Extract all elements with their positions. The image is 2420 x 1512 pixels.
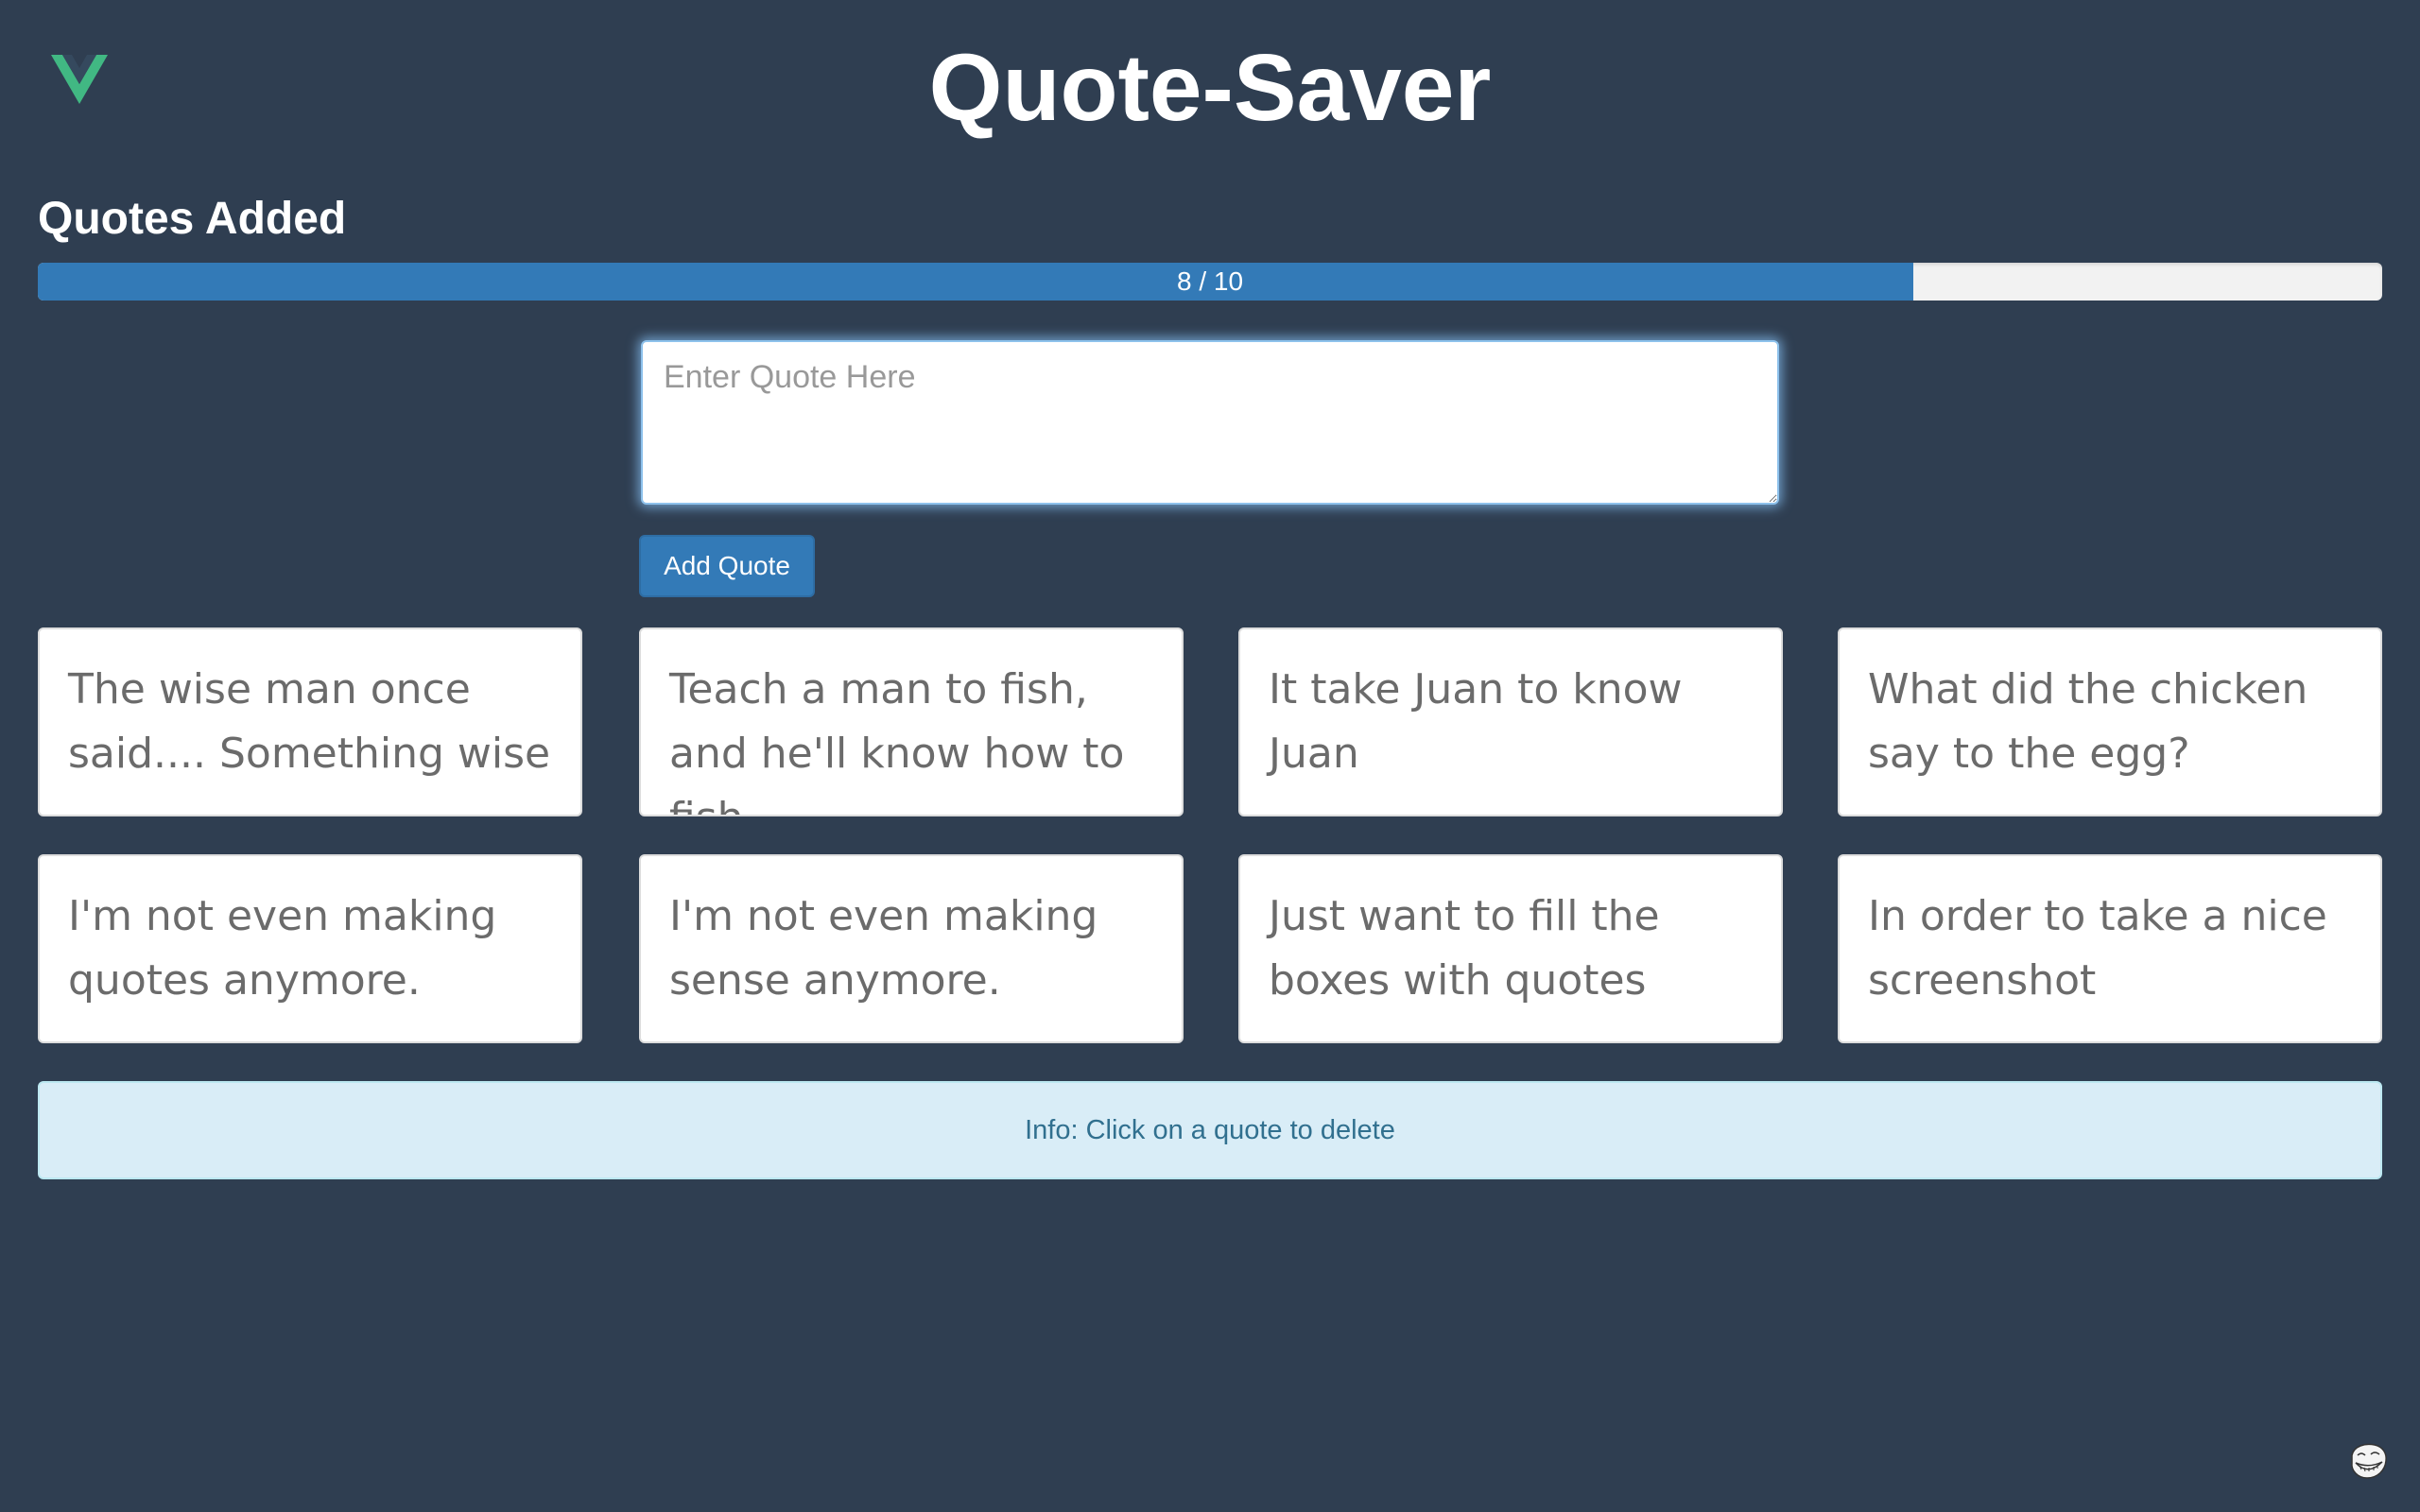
info-alert: Info: Click on a quote to delete [38, 1081, 2382, 1179]
quote-card[interactable]: I'm not even making sense anymore. [639, 854, 1184, 1043]
quote-card[interactable]: I'm not even making quotes anymore. [38, 854, 582, 1043]
quote-card[interactable]: Just want to fill the boxes with quotes [1238, 854, 1783, 1043]
quote-card[interactable]: The wise man once said.... Something wis… [38, 627, 582, 816]
quote-card[interactable]: It take Juan to know Juan [1238, 627, 1783, 816]
quotes-added-heading: Quotes Added [38, 194, 347, 244]
quote-card[interactable]: In order to take a nice screenshot [1838, 854, 2382, 1043]
quote-card[interactable]: Teach a man to fish, and he'll know how … [639, 627, 1184, 816]
troll-face-icon [2351, 1443, 2387, 1479]
quote-input[interactable] [641, 340, 1779, 505]
quotes-progress-bar: 8 / 10 [38, 263, 2382, 301]
page-title: Quote-Saver [928, 35, 1492, 141]
progress-label: 8 / 10 [1176, 266, 1244, 296]
add-quote-button[interactable]: Add Quote [639, 535, 815, 597]
quote-card[interactable]: What did the chicken say to the egg? [1838, 627, 2382, 816]
